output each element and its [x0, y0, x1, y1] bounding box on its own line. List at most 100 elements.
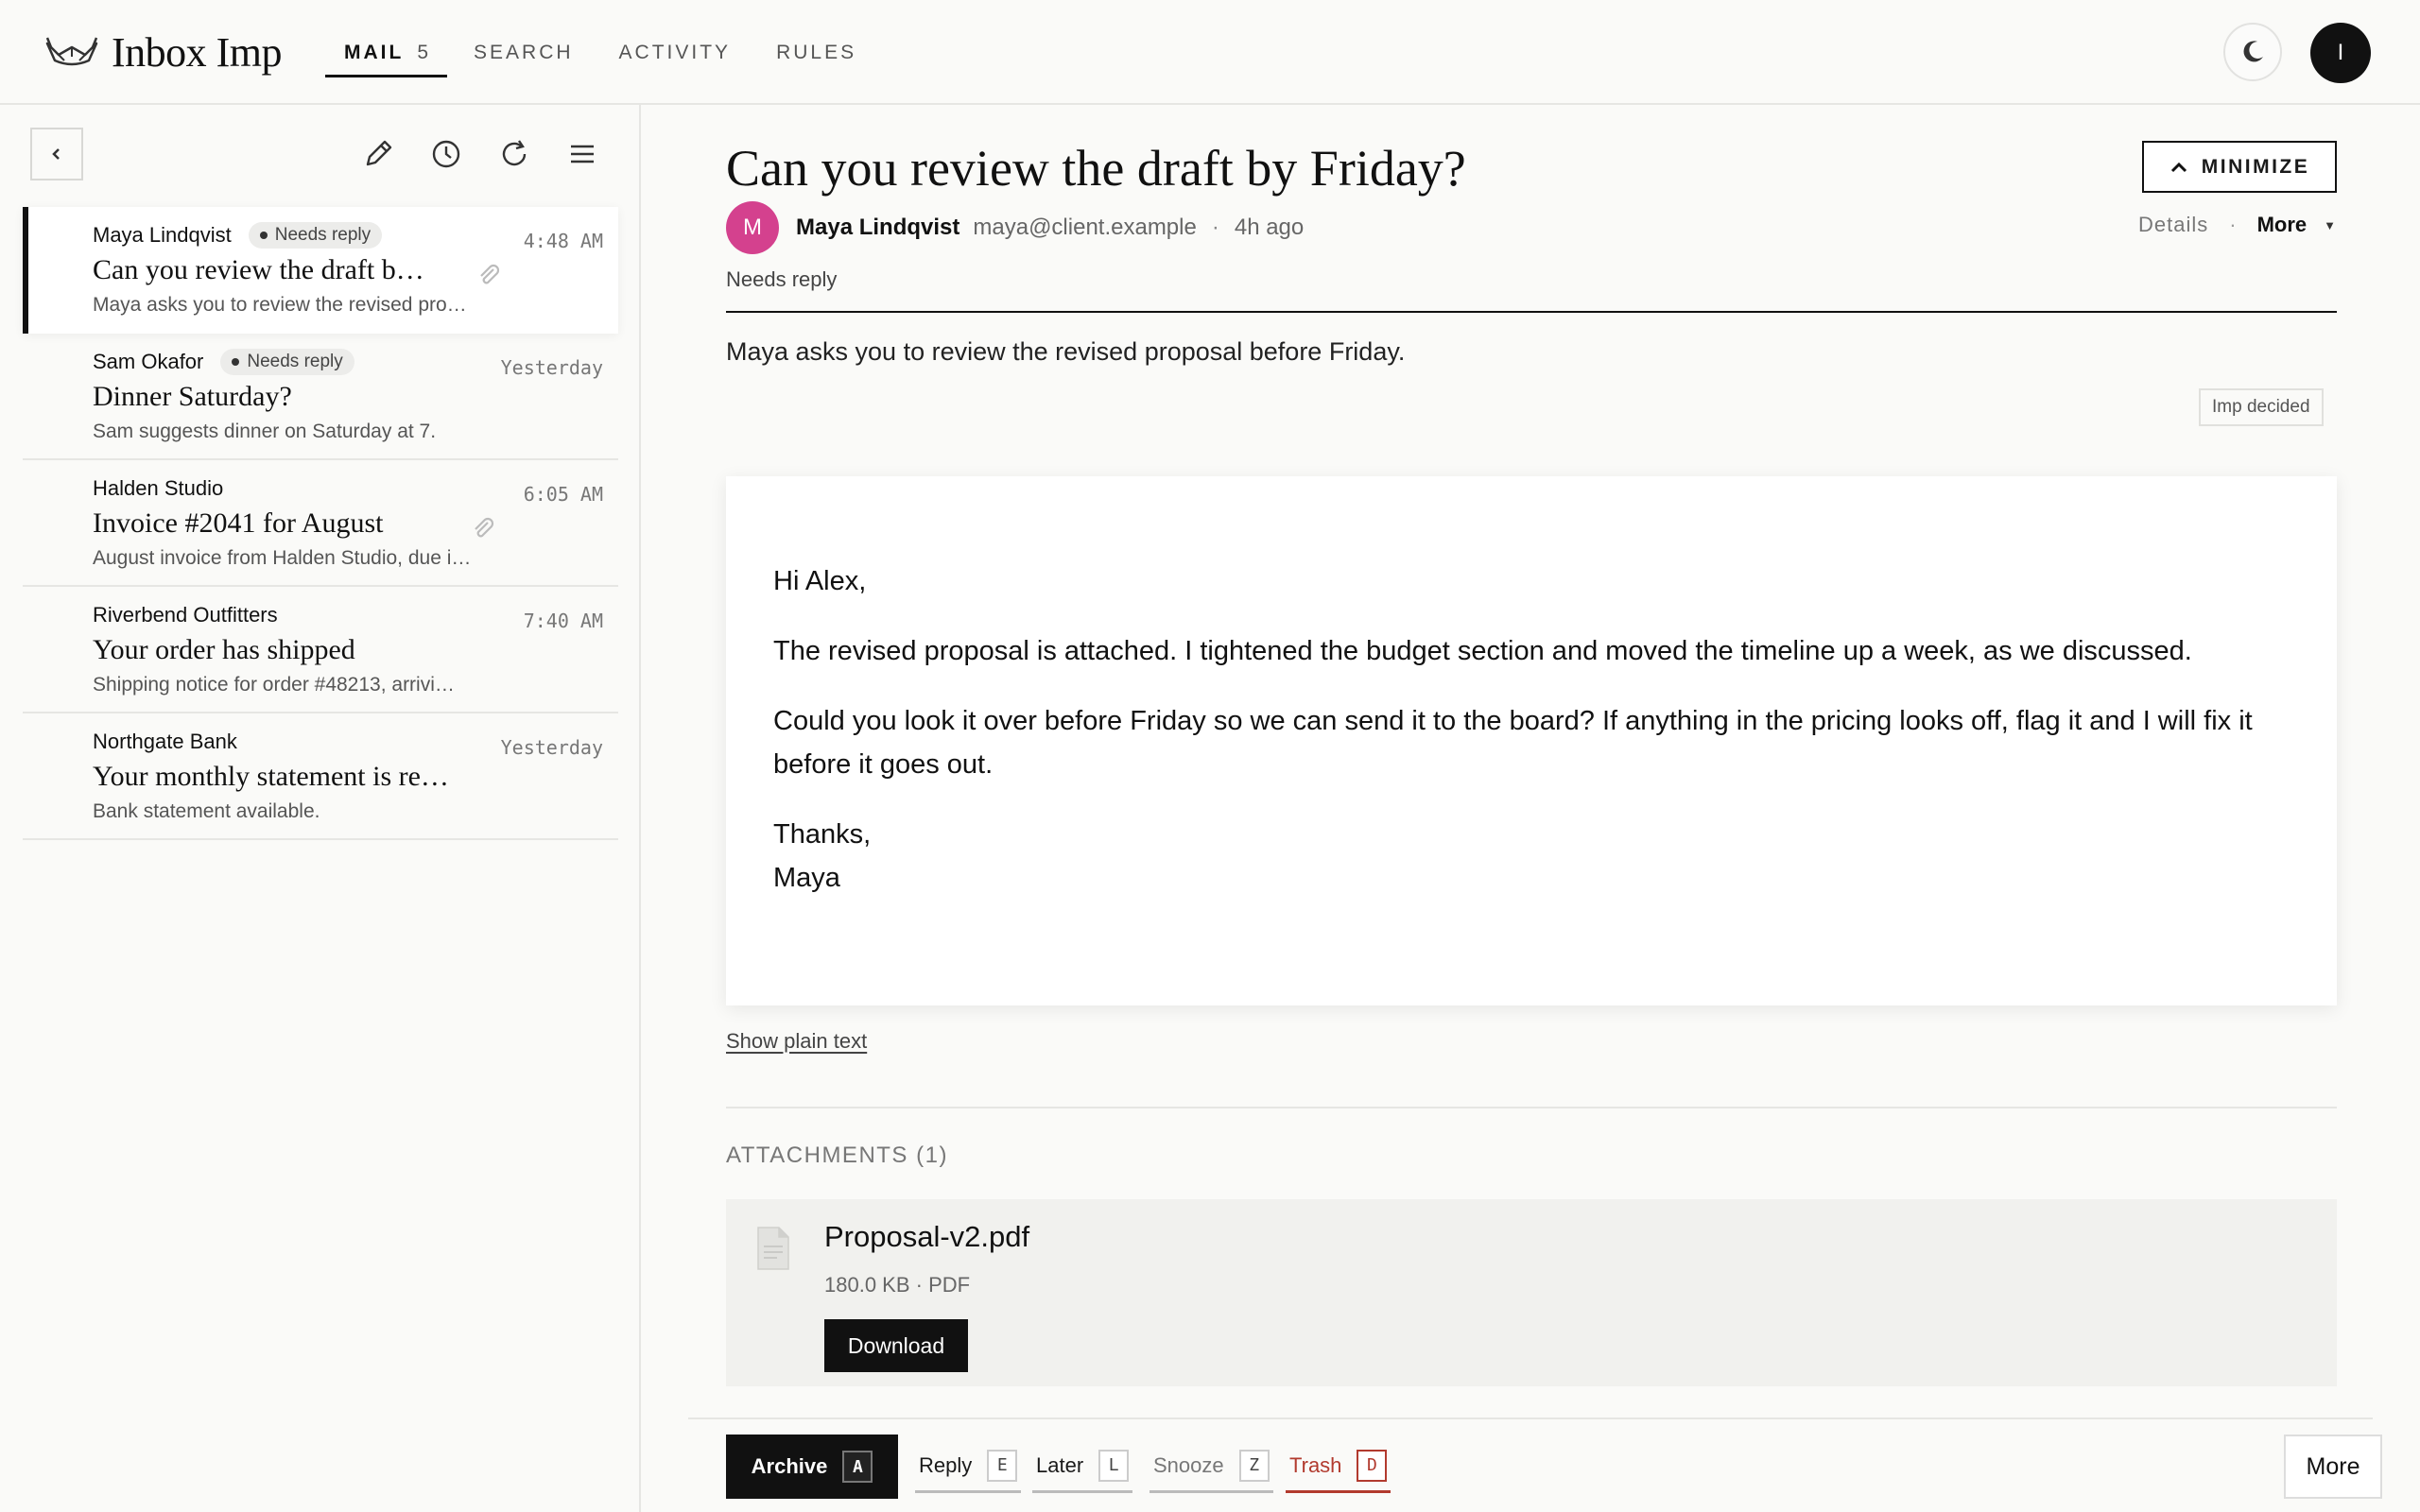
top-bar: Inbox Imp MAIL 5 SEARCH ACTIVITY RULES I — [0, 0, 2420, 105]
sender-avatar: M — [726, 201, 779, 254]
message-subject: Your monthly statement is re… — [93, 761, 449, 792]
reading-pane: Can you review the draft by Friday? MINI… — [643, 105, 2420, 1512]
message-snippet: Shipping notice for order #48213, arrivi… — [93, 674, 455, 696]
refresh-button[interactable] — [493, 133, 535, 175]
message-time: 7:40 AM — [523, 610, 603, 632]
status-badge: Needs reply — [220, 349, 354, 375]
tab-mail-label: MAIL — [344, 41, 405, 63]
menu-button[interactable] — [562, 133, 603, 175]
download-button[interactable]: Download — [824, 1319, 968, 1372]
paperclip-icon — [475, 517, 494, 538]
later-button[interactable]: Later L — [1032, 1440, 1133, 1493]
message-sender: Sam Okafor — [93, 350, 204, 373]
archive-button[interactable]: Archive A — [726, 1435, 898, 1499]
sender-row: M Maya Lindqvist maya@client.example · 4… — [726, 199, 1304, 256]
pencil-icon — [366, 140, 392, 166]
later-label: Later — [1036, 1452, 1084, 1477]
shortcut-key: E — [987, 1449, 1018, 1482]
email-time: 4h ago — [1234, 215, 1305, 240]
list-item[interactable]: Northgate Bank Your monthly statement is… — [23, 713, 618, 840]
action-bar: Archive A Reply E Later L Snooze Z Trash… — [688, 1418, 2382, 1512]
divider — [726, 311, 2337, 313]
main-nav: MAIL 5 SEARCH ACTIVITY RULES — [325, 0, 883, 105]
sender-email[interactable]: maya@client.example — [973, 215, 1196, 241]
imp-decided-tag[interactable]: Imp decided — [2199, 388, 2324, 426]
hamburger-icon — [571, 145, 594, 163]
tab-search[interactable]: SEARCH — [455, 0, 593, 105]
file-icon — [757, 1227, 789, 1270]
body-paragraph: Could you look it over before Friday so … — [773, 706, 2253, 780]
minimize-button[interactable]: MINIMIZE — [2142, 141, 2337, 193]
snooze-button[interactable]: Snooze Z — [1150, 1440, 1273, 1493]
tab-rules[interactable]: RULES — [757, 0, 875, 105]
tab-activity[interactable]: ACTIVITY — [600, 0, 751, 105]
email-status: Needs reply — [726, 267, 838, 291]
body-paragraph: The revised proposal is attached. I tigh… — [773, 636, 2192, 666]
app-title: Inbox Imp — [112, 29, 283, 76]
message-subject: Dinner Saturday? — [93, 381, 292, 412]
minimize-label: MINIMIZE — [2201, 155, 2310, 178]
attachment-card: Proposal-v2.pdf 180.0 KB · PDF Download — [726, 1199, 2337, 1386]
history-button[interactable] — [425, 133, 467, 175]
attachments-heading: ATTACHMENTS (1) — [726, 1143, 948, 1168]
message-subject: Your order has shipped — [93, 634, 355, 665]
imp-logo-icon — [45, 37, 98, 65]
compose-button[interactable] — [357, 133, 399, 175]
app-logo[interactable]: Inbox Imp — [45, 28, 283, 77]
attachment-meta: 180.0 KB · PDF — [824, 1273, 971, 1297]
message-time: Yesterday — [500, 356, 603, 379]
chevron-up-icon — [2170, 162, 2187, 172]
attachment-name[interactable]: Proposal-v2.pdf — [824, 1220, 1029, 1254]
message-sender: Maya Lindqvist — [93, 223, 232, 247]
shortcut-key: D — [1357, 1449, 1388, 1482]
clock-icon — [432, 140, 460, 168]
body-signature: Maya — [773, 863, 840, 893]
message-time: Yesterday — [500, 736, 603, 759]
user-avatar[interactable]: I — [2310, 23, 2371, 83]
message-snippet: Maya asks you to review the revised pro… — [93, 294, 467, 316]
message-time: 6:05 AM — [523, 483, 603, 506]
collapse-sidebar-button[interactable] — [30, 128, 83, 180]
message-snippet: August invoice from Halden Studio, due i… — [93, 547, 472, 569]
divider — [726, 1107, 2337, 1108]
more-actions-button[interactable]: More — [2284, 1435, 2382, 1499]
more-menu-button[interactable]: More — [2257, 213, 2308, 237]
shortcut-key: Z — [1238, 1449, 1270, 1482]
email-subject: Can you review the draft by Friday? — [726, 140, 1466, 197]
list-toolbar — [357, 133, 630, 175]
email-summary: Maya asks you to review the revised prop… — [726, 337, 1406, 366]
message-subject: Can you review the draft b… — [93, 254, 424, 285]
shortcut-key: A — [842, 1451, 873, 1483]
moon-icon — [2243, 41, 2263, 62]
trash-button[interactable]: Trash D — [1286, 1440, 1392, 1493]
message-time: 4:48 AM — [523, 230, 603, 252]
reply-button[interactable]: Reply E — [915, 1440, 1022, 1493]
list-item[interactable]: Sam Okafor Needs reply Dinner Saturday? … — [23, 334, 618, 460]
details-link[interactable]: Details — [2138, 213, 2208, 237]
theme-toggle-button[interactable] — [2223, 23, 2282, 81]
show-plain-text-link[interactable]: Show plain text — [726, 1029, 867, 1054]
separator: · — [2229, 213, 2237, 236]
refresh-icon — [502, 140, 527, 166]
dot-icon — [232, 358, 240, 366]
message-list: Maya Lindqvist Needs reply Can you revie… — [23, 207, 618, 840]
status-badge: Needs reply — [248, 222, 383, 249]
sender-name[interactable]: Maya Lindqvist — [796, 215, 959, 241]
archive-label: Archive — [751, 1454, 828, 1478]
list-item[interactable]: Halden Studio Invoice #2041 for August A… — [23, 460, 618, 587]
shortcut-key: L — [1098, 1449, 1130, 1482]
status-badge-label: Needs reply — [247, 352, 343, 371]
message-sender: Halden Studio — [93, 476, 224, 500]
reply-label: Reply — [919, 1452, 973, 1477]
trash-label: Trash — [1289, 1452, 1342, 1477]
message-snippet: Sam suggests dinner on Saturday at 7. — [93, 421, 437, 442]
chevron-left-icon — [52, 148, 60, 160]
list-item[interactable]: Maya Lindqvist Needs reply Can you revie… — [23, 207, 618, 334]
message-subject: Invoice #2041 for August — [93, 507, 384, 539]
mail-count-badge: 5 — [417, 41, 429, 63]
dot-icon — [259, 232, 268, 239]
list-item[interactable]: Riverbend Outfitters Your order has ship… — [23, 587, 618, 713]
tab-mail[interactable]: MAIL 5 — [325, 0, 448, 105]
email-body: Hi Alex, The revised proposal is attache… — [726, 476, 2337, 1005]
status-badge-label: Needs reply — [274, 225, 372, 245]
